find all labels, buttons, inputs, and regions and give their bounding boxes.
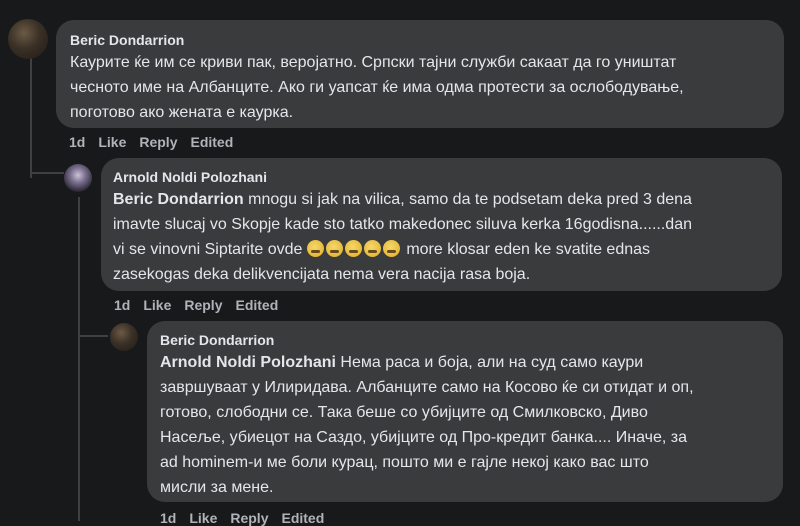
edited-label[interactable]: Edited — [190, 134, 233, 150]
comment-author[interactable]: Beric Dondarrion — [160, 331, 770, 349]
timestamp[interactable]: 1d — [160, 510, 176, 526]
edited-label[interactable]: Edited — [281, 510, 324, 526]
comment-actions: 1d Like Reply Edited — [114, 297, 291, 313]
comment-author[interactable]: Arnold Noldi Polozhani — [113, 168, 770, 186]
timestamp[interactable]: 1d — [114, 297, 130, 313]
tired-face-icon — [363, 240, 381, 257]
comment-text: Beric Dondarrion mnogu si jak na vilica,… — [113, 191, 692, 283]
mention-link[interactable]: Beric Dondarrion — [113, 191, 244, 208]
avatar[interactable] — [8, 19, 48, 59]
comment-author[interactable]: Beric Dondarrion — [70, 31, 770, 49]
tired-face-icon — [382, 240, 400, 257]
like-button[interactable]: Like — [143, 297, 171, 313]
avatar[interactable] — [64, 164, 92, 192]
thread-line-curve — [30, 172, 64, 174]
tired-face-icon — [344, 240, 362, 257]
mention-link[interactable]: Arnold Noldi Polozhani — [160, 354, 336, 371]
comment-actions: 1d Like Reply Edited — [69, 134, 246, 150]
reply-button[interactable]: Reply — [184, 297, 222, 313]
reply-button[interactable]: Reply — [230, 510, 268, 526]
comment-text: Arnold Noldi Polozhani Нема раса и боја,… — [160, 354, 694, 496]
edited-label[interactable]: Edited — [235, 297, 278, 313]
comment-bubble: Beric Dondarrion Каурите ќе им се криви … — [56, 20, 784, 128]
comment-bubble: Beric Dondarrion Arnold Noldi Polozhani … — [147, 321, 783, 502]
comment-bubble: Arnold Noldi Polozhani Beric Dondarrion … — [101, 158, 782, 291]
thread-line — [78, 197, 80, 521]
avatar[interactable] — [110, 323, 138, 351]
thread-line — [30, 58, 32, 178]
reply-button[interactable]: Reply — [139, 134, 177, 150]
thread-line-curve — [78, 335, 108, 337]
like-button[interactable]: Like — [98, 134, 126, 150]
tired-face-icon — [325, 240, 343, 257]
timestamp[interactable]: 1d — [69, 134, 85, 150]
like-button[interactable]: Like — [189, 510, 217, 526]
comment-actions: 1d Like Reply Edited — [160, 510, 337, 526]
comment-text: Каурите ќе им се криви пак, веројатно. С… — [70, 54, 684, 121]
tired-face-icon — [306, 240, 324, 257]
